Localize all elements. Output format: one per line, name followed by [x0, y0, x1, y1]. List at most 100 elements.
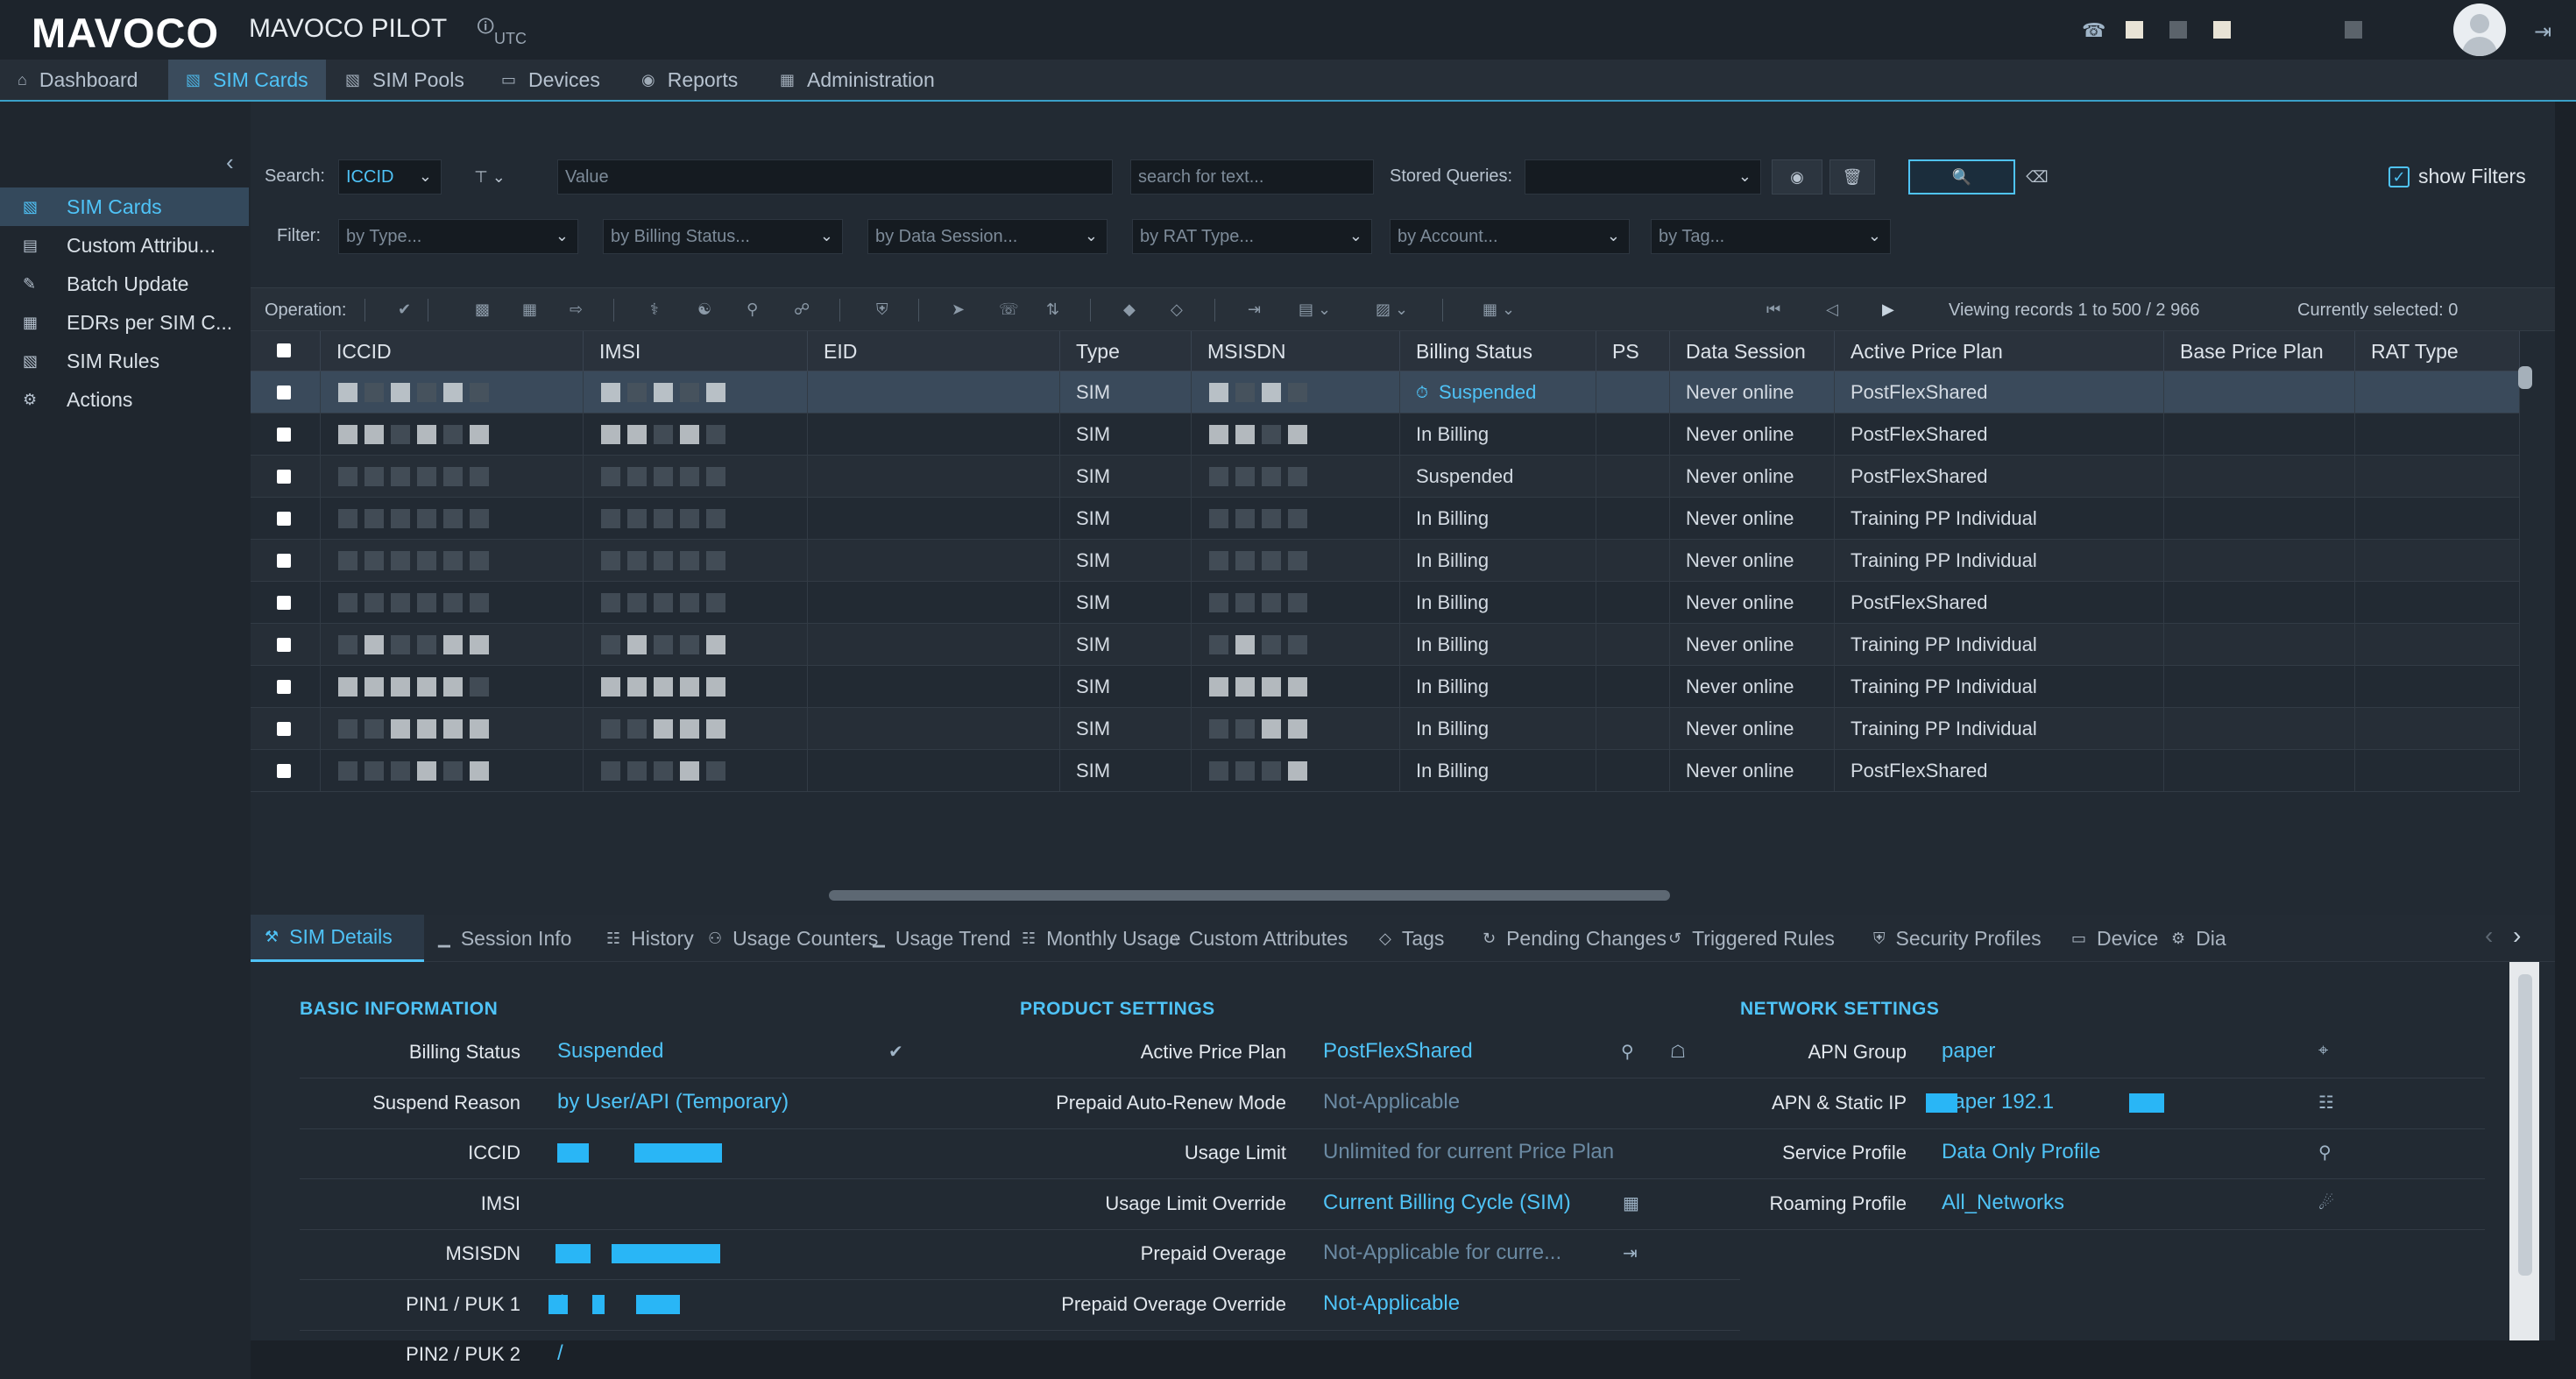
details-vertical-scrollbar[interactable] — [2518, 974, 2532, 1276]
column-header-imsi[interactable]: IMSI — [584, 331, 808, 371]
sort-icon[interactable]: ⇅ — [1046, 301, 1059, 319]
timezone-indicator[interactable]: 🛈 UTC — [477, 14, 527, 47]
tabs-scroll-right-icon[interactable]: › — [2513, 922, 2521, 950]
sidebar-item-sim-cards[interactable]: ▧ SIM Cards — [0, 187, 249, 226]
tab-security-profiles[interactable]: ⛨ Security Profiles — [1859, 915, 2057, 962]
table-row[interactable]: SIM In Billing Never online PostFlexShared — [251, 582, 2520, 624]
tab-devices[interactable]: ▭ Devices — [484, 60, 624, 100]
tab-reports[interactable]: ◉ Reports — [624, 60, 764, 100]
tab-usage-counters[interactable]: ⚇ Usage Counters — [694, 915, 878, 962]
detail-value[interactable]: Data Only Profile — [1942, 1140, 2100, 1164]
delete-query-button[interactable]: 🗑 — [1829, 159, 1875, 194]
security-profile-icon[interactable]: ⛨ — [876, 301, 888, 319]
transfer-icon[interactable]: ▨ ⌄ — [1376, 301, 1408, 319]
column-header-msisdn[interactable]: MSISDN — [1192, 331, 1400, 371]
table-row[interactable]: SIM In Billing Never online PostFlexShared — [251, 414, 2520, 456]
search-text-input[interactable]: search for text... — [1130, 159, 1374, 194]
row-checkbox[interactable] — [277, 596, 291, 610]
tab-usage-trend[interactable]: ▁ Usage Trend — [859, 915, 1011, 962]
tab-pending-changes[interactable]: ↻ Pending Changes — [1468, 915, 1667, 962]
sim-change-icon[interactable]: ▦ — [522, 301, 537, 319]
sidebar-item-edrs[interactable]: ▦ EDRs per SIM C... — [0, 303, 249, 342]
horizontal-scrollbar[interactable] — [829, 890, 1670, 901]
network-icon[interactable]: ☷ — [2318, 1092, 2334, 1114]
next-page-icon[interactable]: ▶ — [1882, 301, 1894, 319]
column-header-type[interactable]: Type — [1060, 331, 1192, 371]
table-row[interactable]: SIM Suspended Never online PostFlexShared — [251, 456, 2520, 498]
satellite-icon[interactable]: ⌖ — [2318, 1041, 2328, 1061]
row-checkbox[interactable] — [277, 722, 291, 736]
price-plan-icon[interactable]: ⇥ — [1248, 301, 1261, 319]
search-button[interactable]: 🔍 — [1908, 159, 2015, 194]
tabs-scroll-left-icon[interactable]: ‹ — [2485, 922, 2493, 950]
call-icon[interactable]: ☏ — [999, 301, 1019, 319]
search-type-select[interactable]: ICCID ⌄ — [338, 159, 442, 194]
stored-queries-select[interactable]: ⌄ — [1525, 159, 1761, 194]
filter-type[interactable]: by Type... ⌄ — [338, 219, 578, 254]
column-header-rat-type[interactable]: RAT Type — [2355, 331, 2520, 371]
tab-tags[interactable]: ◇ Tags — [1365, 915, 1468, 962]
filter-rat-type[interactable]: by RAT Type... ⌄ — [1132, 219, 1372, 254]
filter-billing-status[interactable]: by Billing Status... ⌄ — [603, 219, 843, 254]
column-header-eid[interactable]: EID — [808, 331, 1060, 371]
sidebar-item-custom-attributes[interactable]: ▤ Custom Attribu... — [0, 226, 249, 265]
notification-icon[interactable] — [2126, 21, 2143, 39]
row-checkbox[interactable] — [277, 470, 291, 484]
tab-sim-details[interactable]: ⚒ SIM Details — [251, 915, 424, 962]
export-icon[interactable]: ⇨ — [570, 301, 583, 319]
roaming-icon[interactable]: ☍ — [794, 301, 810, 319]
show-filters-label[interactable]: show Filters — [2418, 165, 2526, 188]
row-checkbox[interactable] — [277, 428, 291, 442]
filter-data-session[interactable]: by Data Session... ⌄ — [867, 219, 1108, 254]
lock-sim-icon[interactable]: ▩ — [475, 301, 490, 319]
export-icon[interactable]: ⇥ — [1623, 1242, 1638, 1264]
tag-icon[interactable]: ◆ — [1123, 301, 1136, 319]
settings-icon[interactable] — [2169, 21, 2187, 39]
sidebar-item-sim-rules[interactable]: ▧ SIM Rules — [0, 342, 249, 380]
untag-icon[interactable]: ◇ — [1171, 301, 1183, 319]
previous-page-icon[interactable]: ◁ — [1826, 301, 1838, 319]
table-row[interactable]: SIM In Billing Never online Training PP Ind… — [251, 666, 2520, 708]
tab-dia[interactable]: ⚙ Dia — [2157, 915, 2227, 962]
select-all-checkbox[interactable] — [277, 343, 291, 357]
column-header-active-price-plan[interactable]: Active Price Plan — [1835, 331, 2164, 371]
vertical-scrollbar[interactable] — [2518, 366, 2532, 389]
save-query-button[interactable]: ◉ — [1772, 159, 1822, 194]
sidebar-item-batch-update[interactable]: ✎ Batch Update — [0, 265, 249, 303]
row-checkbox[interactable] — [277, 554, 291, 568]
tab-session-info[interactable]: ▁ Session Info — [424, 915, 592, 962]
table-row[interactable]: SIM In Billing Never online Training PP Ind… — [251, 624, 2520, 666]
row-checkbox[interactable] — [277, 764, 291, 778]
detail-value[interactable]: paper — [1942, 1039, 1995, 1064]
collapse-sidebar-icon[interactable]: ‹ — [226, 149, 234, 176]
columns-icon[interactable]: ▦ ⌄ — [1483, 301, 1515, 319]
service-profile-icon[interactable]: ⚲ — [2318, 1142, 2332, 1163]
tab-sim-cards[interactable]: ▧ SIM Cards — [168, 60, 326, 100]
row-checkbox[interactable] — [277, 680, 291, 694]
tab-triggered-rules[interactable]: ↺ Triggered Rules — [1654, 915, 1859, 962]
table-row[interactable]: SIM In Billing Never online Training PP Ind… — [251, 708, 2520, 750]
row-checkbox[interactable] — [277, 512, 291, 526]
sidebar-item-actions[interactable]: ⚙ Actions — [0, 380, 249, 419]
apn-icon[interactable]: ☯ — [697, 301, 711, 319]
first-page-icon[interactable]: ⏮ — [1766, 301, 1780, 319]
row-checkbox[interactable] — [277, 385, 291, 400]
tab-device[interactable]: ▭ Device — [2057, 915, 2158, 962]
text-format-button[interactable]: ⊤ ⌄ — [459, 159, 520, 194]
send-sms-icon[interactable]: ➤ — [952, 301, 965, 319]
filter-account[interactable]: by Account... ⌄ — [1390, 219, 1630, 254]
user-avatar[interactable] — [2453, 4, 2506, 56]
table-row[interactable]: SIM ⏱ Suspended Never online PostFlexShared — [251, 371, 2520, 414]
show-filters-checkbox[interactable]: ✓ — [2388, 166, 2410, 187]
usage-limit-icon[interactable]: ▤ ⌄ — [1299, 301, 1331, 319]
tab-sim-pools[interactable]: ▧ SIM Pools — [328, 60, 477, 100]
detail-value[interactable]: All_Networks — [1942, 1191, 2064, 1215]
column-header-iccid[interactable]: ICCID — [321, 331, 584, 371]
column-header-data-session[interactable]: Data Session — [1670, 331, 1835, 371]
filter-tag[interactable]: by Tag... ⌄ — [1651, 219, 1891, 254]
tab-dashboard[interactable]: ⌂ Dashboard — [0, 60, 166, 100]
roaming-icon[interactable]: ☄ — [2318, 1192, 2334, 1214]
table-row[interactable]: SIM In Billing Never online Training PP Ind… — [251, 540, 2520, 582]
service-profile-icon[interactable]: ⚲ — [747, 301, 758, 319]
column-header-base-price-plan[interactable]: Base Price Plan — [2164, 331, 2355, 371]
